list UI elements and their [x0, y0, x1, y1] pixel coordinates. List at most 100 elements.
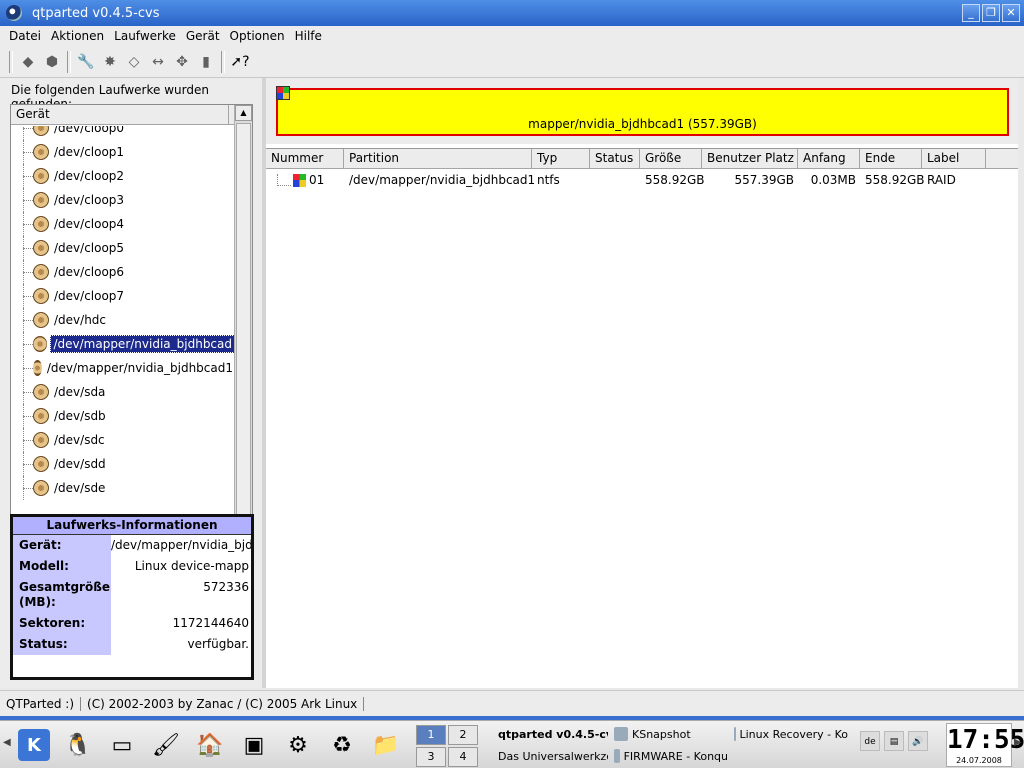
hard-disk-icon [33, 216, 49, 232]
table-row[interactable]: 01 /dev/mapper/nvidia_bjdhbcad1 ntfs 558… [266, 169, 1018, 191]
delete-icon[interactable]: ▮ [194, 50, 218, 74]
update-icon[interactable]: ♻ [326, 729, 358, 761]
desktop-1-label: 1 [427, 728, 435, 741]
clock[interactable]: 17:55 24.07.2008 [946, 723, 1024, 767]
drive-item[interactable]: /dev/hdc [11, 308, 235, 332]
qtparted-app-icon[interactable] [6, 5, 22, 21]
drive-item[interactable]: /dev/cloop7 [11, 284, 235, 308]
menu-laufwerke[interactable]: Laufwerke [109, 29, 181, 43]
task-universalwerkzeug[interactable]: Das Universalwerkze [494, 746, 608, 766]
create-partition-icon[interactable]: ✸ [98, 50, 122, 74]
resize-icon[interactable]: ↔ [146, 50, 170, 74]
cell-ende: 558.92GB [865, 173, 925, 187]
hard-disk-icon [33, 360, 42, 376]
network-icon[interactable]: ▤ [884, 731, 904, 751]
clock-time: 17:55 [947, 725, 1024, 755]
drive-item[interactable]: /dev/cloop6 [11, 260, 235, 284]
desktop-4[interactable]: 4 [448, 747, 478, 767]
move-icon[interactable]: ✥ [170, 50, 194, 74]
desktop-2[interactable]: 2 [448, 725, 478, 745]
drive-list-scrollbar[interactable]: ▲ ▼ [234, 105, 252, 581]
drive-item[interactable]: /dev/sdb [11, 404, 235, 428]
header-anfang[interactable]: Anfang [798, 149, 860, 168]
desktop-3[interactable]: 3 [416, 747, 446, 767]
file-manager-icon[interactable]: 📁 [370, 729, 402, 761]
task-qtparted[interactable]: qtparted v0.4.5-cvs [494, 724, 608, 744]
column-geraet[interactable]: Gerät [11, 105, 229, 124]
header-label[interactable]: Label [922, 149, 986, 168]
info-key: Modell: [13, 556, 111, 577]
header-groesse[interactable]: Größe [640, 149, 702, 168]
control-center-icon[interactable]: 🖌 [150, 729, 182, 761]
header-partition[interactable]: Partition [344, 149, 532, 168]
menu-hilfe[interactable]: Hilfe [290, 29, 327, 43]
whats-this-help-icon[interactable]: ➚? [228, 50, 252, 74]
volume-icon[interactable]: 🔊 [908, 731, 928, 751]
info-key: Status: [13, 634, 111, 655]
drive-info-title: Laufwerks-Informationen [13, 517, 251, 535]
scroll-thumb[interactable] [236, 123, 251, 563]
drive-item[interactable]: /dev/sdd [11, 452, 235, 476]
cell-typ: ntfs [537, 173, 560, 187]
konqueror-task-icon [734, 727, 736, 741]
commit-icon[interactable]: ⬢ [40, 50, 64, 74]
drive-item[interactable]: /dev/sdc [11, 428, 235, 452]
hard-disk-icon [33, 408, 49, 424]
clock-date: 24.07.2008 [956, 756, 1002, 765]
terminal-icon[interactable]: ▣ [238, 729, 270, 761]
header-nummer[interactable]: Nummer [266, 149, 344, 168]
wrench-icon[interactable]: 🔧 [74, 50, 98, 74]
menu-optionen[interactable]: Optionen [225, 29, 290, 43]
task-label: Linux Recovery - Ko [739, 727, 849, 741]
drive-item[interactable]: /dev/cloop5 [11, 236, 235, 260]
taskbar-right-arrow-icon[interactable]: ▶ [1014, 737, 1022, 748]
scroll-up-icon[interactable]: ▲ [235, 105, 252, 121]
status-app-name: QTParted :) [6, 696, 75, 711]
ntfs-windows-icon [293, 173, 306, 187]
drive-name: /dev/cloop2 [54, 169, 125, 183]
drive-item[interactable]: /dev/cloop2 [11, 164, 235, 188]
toolbar-handle[interactable] [9, 50, 13, 73]
taskbar-left-arrow-icon[interactable]: ◀ [3, 737, 11, 748]
desktop-1[interactable]: 1 [416, 725, 446, 745]
menu-geraet[interactable]: Gerät [181, 29, 225, 43]
task-firmware[interactable]: FIRMWARE - Konqu [614, 746, 728, 766]
drive-item[interactable]: /dev/mapper/nvidia_bjdhbcad1 [11, 356, 235, 380]
keyboard-layout-icon[interactable]: de [860, 731, 880, 751]
undo-icon[interactable]: ◆ [16, 50, 40, 74]
task-ksnapshot[interactable]: KSnapshot [614, 724, 728, 744]
drive-item[interactable]: /dev/cloop0 [11, 126, 235, 140]
menu-datei[interactable]: Datei [4, 29, 46, 43]
task-label: qtparted v0.4.5-cvs [498, 727, 608, 741]
window-list-icon[interactable]: ▭ [106, 729, 138, 761]
drive-list-header: Gerät [11, 105, 252, 125]
info-value: 1172144640 [172, 616, 249, 630]
header-status[interactable]: Status [590, 149, 640, 168]
eraser-icon[interactable]: ◇ [122, 50, 146, 74]
drive-items: /dev/cloop0/dev/cloop1/dev/cloop2/dev/cl… [11, 126, 235, 581]
menu-bar: Datei Aktionen Laufwerke Gerät Optionen … [0, 26, 1024, 46]
penguin-icon[interactable]: 🐧 [62, 729, 94, 761]
k-menu-icon[interactable]: K [18, 729, 50, 761]
minimize-button[interactable]: _ [962, 4, 980, 22]
close-button[interactable]: ✕ [1002, 4, 1020, 22]
drive-item[interactable]: /dev/cloop1 [11, 140, 235, 164]
header-ende[interactable]: Ende [860, 149, 922, 168]
drive-item[interactable]: /dev/sde [11, 476, 235, 500]
konqueror-icon[interactable]: ⚙ [282, 729, 314, 761]
drive-item[interactable]: /dev/cloop4 [11, 212, 235, 236]
partition-table: Nummer Partition Typ Status Größe Benutz… [266, 148, 1018, 688]
maximize-button[interactable]: ❐ [982, 4, 1000, 22]
home-icon[interactable]: 🏠 [194, 729, 226, 761]
hard-disk-icon [33, 168, 49, 184]
drive-item[interactable]: /dev/mapper/nvidia_bjdhbcad [11, 332, 235, 356]
header-typ[interactable]: Typ [532, 149, 590, 168]
drive-item[interactable]: /dev/sda [11, 380, 235, 404]
menu-aktionen[interactable]: Aktionen [46, 29, 109, 43]
drive-item[interactable]: /dev/cloop3 [11, 188, 235, 212]
task-linux-recovery[interactable]: Linux Recovery - Ko [734, 724, 848, 744]
right-panel: mapper/nvidia_bjdhbcad1 (557.39GB) Numme… [266, 78, 1018, 688]
header-benutzer-platz[interactable]: Benutzer Platz [702, 149, 798, 168]
partition-bar[interactable]: mapper/nvidia_bjdhbcad1 (557.39GB) [276, 88, 1009, 136]
drive-name: /dev/cloop3 [54, 193, 125, 207]
